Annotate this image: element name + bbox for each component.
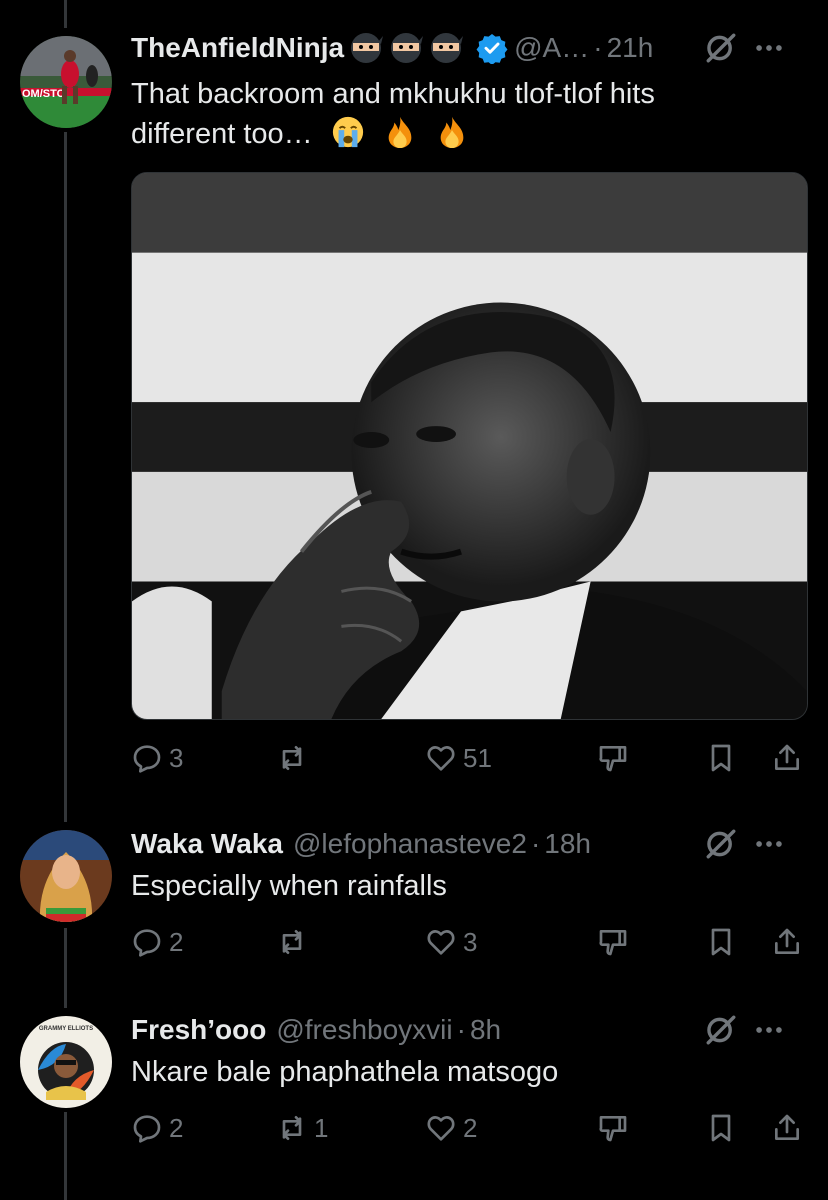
thumbs-down-icon <box>599 930 627 956</box>
tweet-actions: 3 51 <box>131 736 808 780</box>
separator-dot: · <box>456 1014 466 1045</box>
avatar[interactable]: OM/STO <box>20 36 112 128</box>
reply-icon <box>133 745 161 773</box>
timestamp[interactable]: 21h <box>607 32 654 64</box>
tweet-text-line: That backroom and mkhukhu tlof-tlof hits <box>131 78 655 110</box>
fire-emoji-icon <box>440 116 464 149</box>
heart-icon <box>427 930 455 955</box>
like-count: 51 <box>463 742 492 773</box>
ninja-emoji-icon <box>431 33 464 63</box>
fire-emoji-icon <box>388 116 412 149</box>
heart-icon <box>427 746 455 771</box>
reply-tweet[interactable]: Waka Waka @lefophanasteve2 · 18h Especia… <box>0 800 828 1000</box>
like-button[interactable]: 2 <box>425 1106 477 1150</box>
reply-button[interactable]: 2 <box>131 920 183 964</box>
dislike-button[interactable] <box>597 920 629 964</box>
grok-icon[interactable] <box>704 31 738 65</box>
like-button[interactable]: 3 <box>425 920 477 964</box>
tweet-text: Nkare bale phaphathela matsogo <box>131 1052 748 1092</box>
bookmark-icon <box>711 1114 731 1142</box>
more-options-icon[interactable] <box>752 1013 786 1047</box>
reply-icon <box>133 929 161 957</box>
timestamp[interactable]: 18h <box>544 828 591 860</box>
share-icon <box>775 744 799 770</box>
repost-icon <box>282 1116 302 1140</box>
thumbs-down-icon <box>599 746 627 772</box>
tweet-text-line2: different too… <box>131 118 313 150</box>
tweet-text: Especially when rainfalls <box>131 866 748 906</box>
reply-count: 2 <box>169 926 184 957</box>
like-count: 2 <box>463 1112 478 1143</box>
repost-icon <box>282 746 302 770</box>
like-button[interactable]: 51 <box>425 736 492 780</box>
grok-icon[interactable] <box>704 1013 738 1047</box>
avatar[interactable] <box>20 830 112 922</box>
handle[interactable]: @A… <box>514 32 589 64</box>
more-options-icon[interactable] <box>752 827 786 861</box>
dislike-button[interactable] <box>597 1106 629 1150</box>
tweet-actions: 2 3 <box>131 920 808 964</box>
tweet-header: Waka Waka @lefophanasteve2 · 18h <box>131 824 808 864</box>
tweet-text-line: Especially when rainfalls <box>131 870 447 902</box>
reply-icon <box>133 1115 161 1143</box>
separator-dot: · <box>593 32 603 63</box>
ninja-emoji-icon <box>391 33 424 63</box>
grok-icon[interactable] <box>704 827 738 861</box>
heart-icon <box>427 1116 455 1141</box>
repost-button[interactable] <box>276 736 314 780</box>
share-icon <box>775 1114 799 1140</box>
loudly-crying-face-emoji-icon <box>332 116 363 148</box>
reply-count: 2 <box>169 1112 184 1143</box>
share-button[interactable] <box>771 736 803 780</box>
display-name[interactable]: Fresh’ooo <box>131 1014 266 1046</box>
tweet-header: Fresh’ooo @freshboyxvii · 8h <box>131 1010 808 1050</box>
repost-icon <box>282 930 302 954</box>
display-name[interactable]: Waka Waka <box>131 828 283 860</box>
tweet-text-line: Nkare bale phaphathela matsogo <box>131 1056 559 1088</box>
display-name[interactable]: TheAnfieldNinja <box>131 32 344 64</box>
thumbs-down-icon <box>599 1116 627 1142</box>
share-icon <box>775 928 799 954</box>
reply-button[interactable]: 2 <box>131 1106 183 1150</box>
avatar[interactable]: GRAMMY ELLIOTS <box>20 1016 112 1108</box>
share-button[interactable] <box>771 920 803 964</box>
bookmark-icon <box>711 928 731 956</box>
separator-dot: · <box>530 828 541 859</box>
like-count: 3 <box>463 926 478 957</box>
timestamp[interactable]: 8h <box>470 1014 501 1046</box>
reply-tweet[interactable]: GRAMMY ELLIOTS Fresh’ooo @freshboyxvii ·… <box>0 990 828 1190</box>
tweet-image[interactable] <box>131 172 808 720</box>
tweet-main[interactable]: OM/STO TheAnfieldNinja @A… · 21h That ba… <box>0 0 828 800</box>
handle[interactable]: @freshboyxvii <box>276 1014 452 1046</box>
share-button[interactable] <box>771 1106 803 1150</box>
more-options-icon[interactable] <box>752 31 786 65</box>
tweet-text: That backroom and mkhukhu tlof-tlof hits… <box>131 74 748 154</box>
bookmark-icon <box>711 744 731 772</box>
repost-count: 1 <box>314 1112 329 1143</box>
reply-button[interactable]: 3 <box>131 736 183 780</box>
ninja-emoji-icon <box>351 33 384 63</box>
repost-button[interactable] <box>276 920 314 964</box>
bookmark-button[interactable] <box>705 1106 737 1150</box>
verified-badge-icon <box>476 34 508 64</box>
bookmark-button[interactable] <box>705 736 737 780</box>
tweet-actions: 2 1 2 <box>131 1106 808 1150</box>
avatar-caption: GRAMMY ELLIOTS <box>39 1026 93 1032</box>
reply-count: 3 <box>169 742 184 773</box>
tweet-header: TheAnfieldNinja @A… · 21h <box>131 28 808 68</box>
dislike-button[interactable] <box>597 736 629 780</box>
avatar-banner-text: OM/STO <box>22 88 66 100</box>
repost-button[interactable]: 1 <box>276 1106 328 1150</box>
tweet-text-line: different too… <box>131 114 748 154</box>
handle[interactable]: @lefophanasteve2 <box>293 828 527 860</box>
bookmark-button[interactable] <box>705 920 737 964</box>
